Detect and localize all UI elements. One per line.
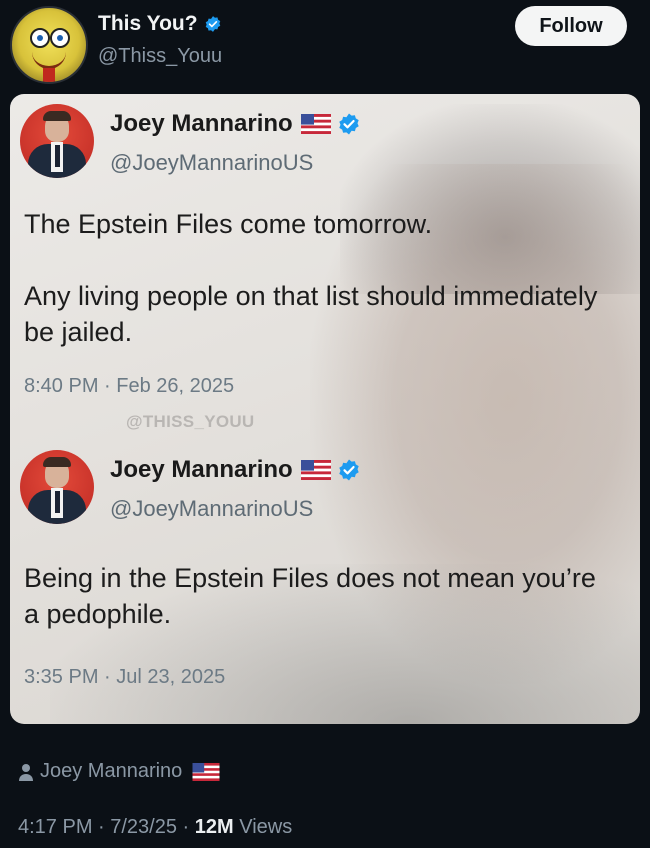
- avatar-eye-right: [50, 28, 70, 48]
- author-name-row[interactable]: This You?: [98, 12, 222, 36]
- quoted-tweet-1-avatar: [20, 104, 94, 178]
- person-icon: [19, 763, 33, 781]
- quoted-tweet-2-name: Joey Mannarino: [110, 456, 293, 483]
- avatar-eye-left: [30, 28, 50, 48]
- quoted-tweet-2-avatar: [20, 450, 94, 524]
- post-header: This You? @Thiss_Youu Follow: [0, 0, 650, 90]
- author-avatar[interactable]: [10, 6, 88, 84]
- post-meta: 4:17 PM · 7/23/25 · 12M Views: [18, 816, 292, 839]
- watermark: @THISS_YOUU: [126, 412, 255, 431]
- views-label: Views: [233, 816, 293, 838]
- author-display-name[interactable]: This You?: [98, 12, 198, 36]
- quoted-tweet-1-name: Joey Mannarino: [110, 110, 293, 137]
- avatar-tie: [43, 68, 55, 82]
- post-timestamp[interactable]: 4:17 PM · 7/23/25 ·: [18, 816, 195, 838]
- quoted-tweet-1-timestamp: 8:40 PM · Feb 26, 2025: [24, 375, 235, 397]
- quoted-tweet-2-text: Being in the Epstein Files does not mean…: [24, 563, 596, 629]
- ai-attribution-row[interactable]: Joey Mannarino: [18, 760, 220, 783]
- quoted-tweet-2-name-row: Joey Mannarino: [110, 456, 361, 484]
- follow-button[interactable]: Follow: [515, 6, 627, 46]
- verified-badge-icon: [205, 16, 220, 32]
- author-handle[interactable]: @Thiss_Youu: [98, 45, 222, 68]
- quoted-tweet-1-handle: @JoeyMannarinoUS: [110, 150, 314, 175]
- verified-badge-icon: [339, 459, 359, 481]
- quoted-tweet-1-text: The Epstein Files come tomorrow. Any liv…: [24, 209, 598, 347]
- quoted-tweet-2-handle: @JoeyMannarinoUS: [110, 496, 314, 521]
- us-flag-icon: [300, 460, 331, 480]
- quoted-tweet-1-name-row: Joey Mannarino: [110, 110, 361, 138]
- views-count: 12M: [194, 816, 234, 838]
- us-flag-icon: [192, 762, 220, 781]
- quoted-tweet-2-timestamp: 3:35 PM · Jul 23, 2025: [24, 666, 226, 688]
- attribution-name[interactable]: Joey Mannarino: [40, 760, 182, 783]
- avatar-mouth: [32, 52, 66, 69]
- us-flag-icon: [300, 114, 331, 134]
- verified-badge-icon: [339, 113, 359, 135]
- post-image[interactable]: Joey Mannarino @JoeyMannarinoUS The Epst…: [10, 94, 640, 724]
